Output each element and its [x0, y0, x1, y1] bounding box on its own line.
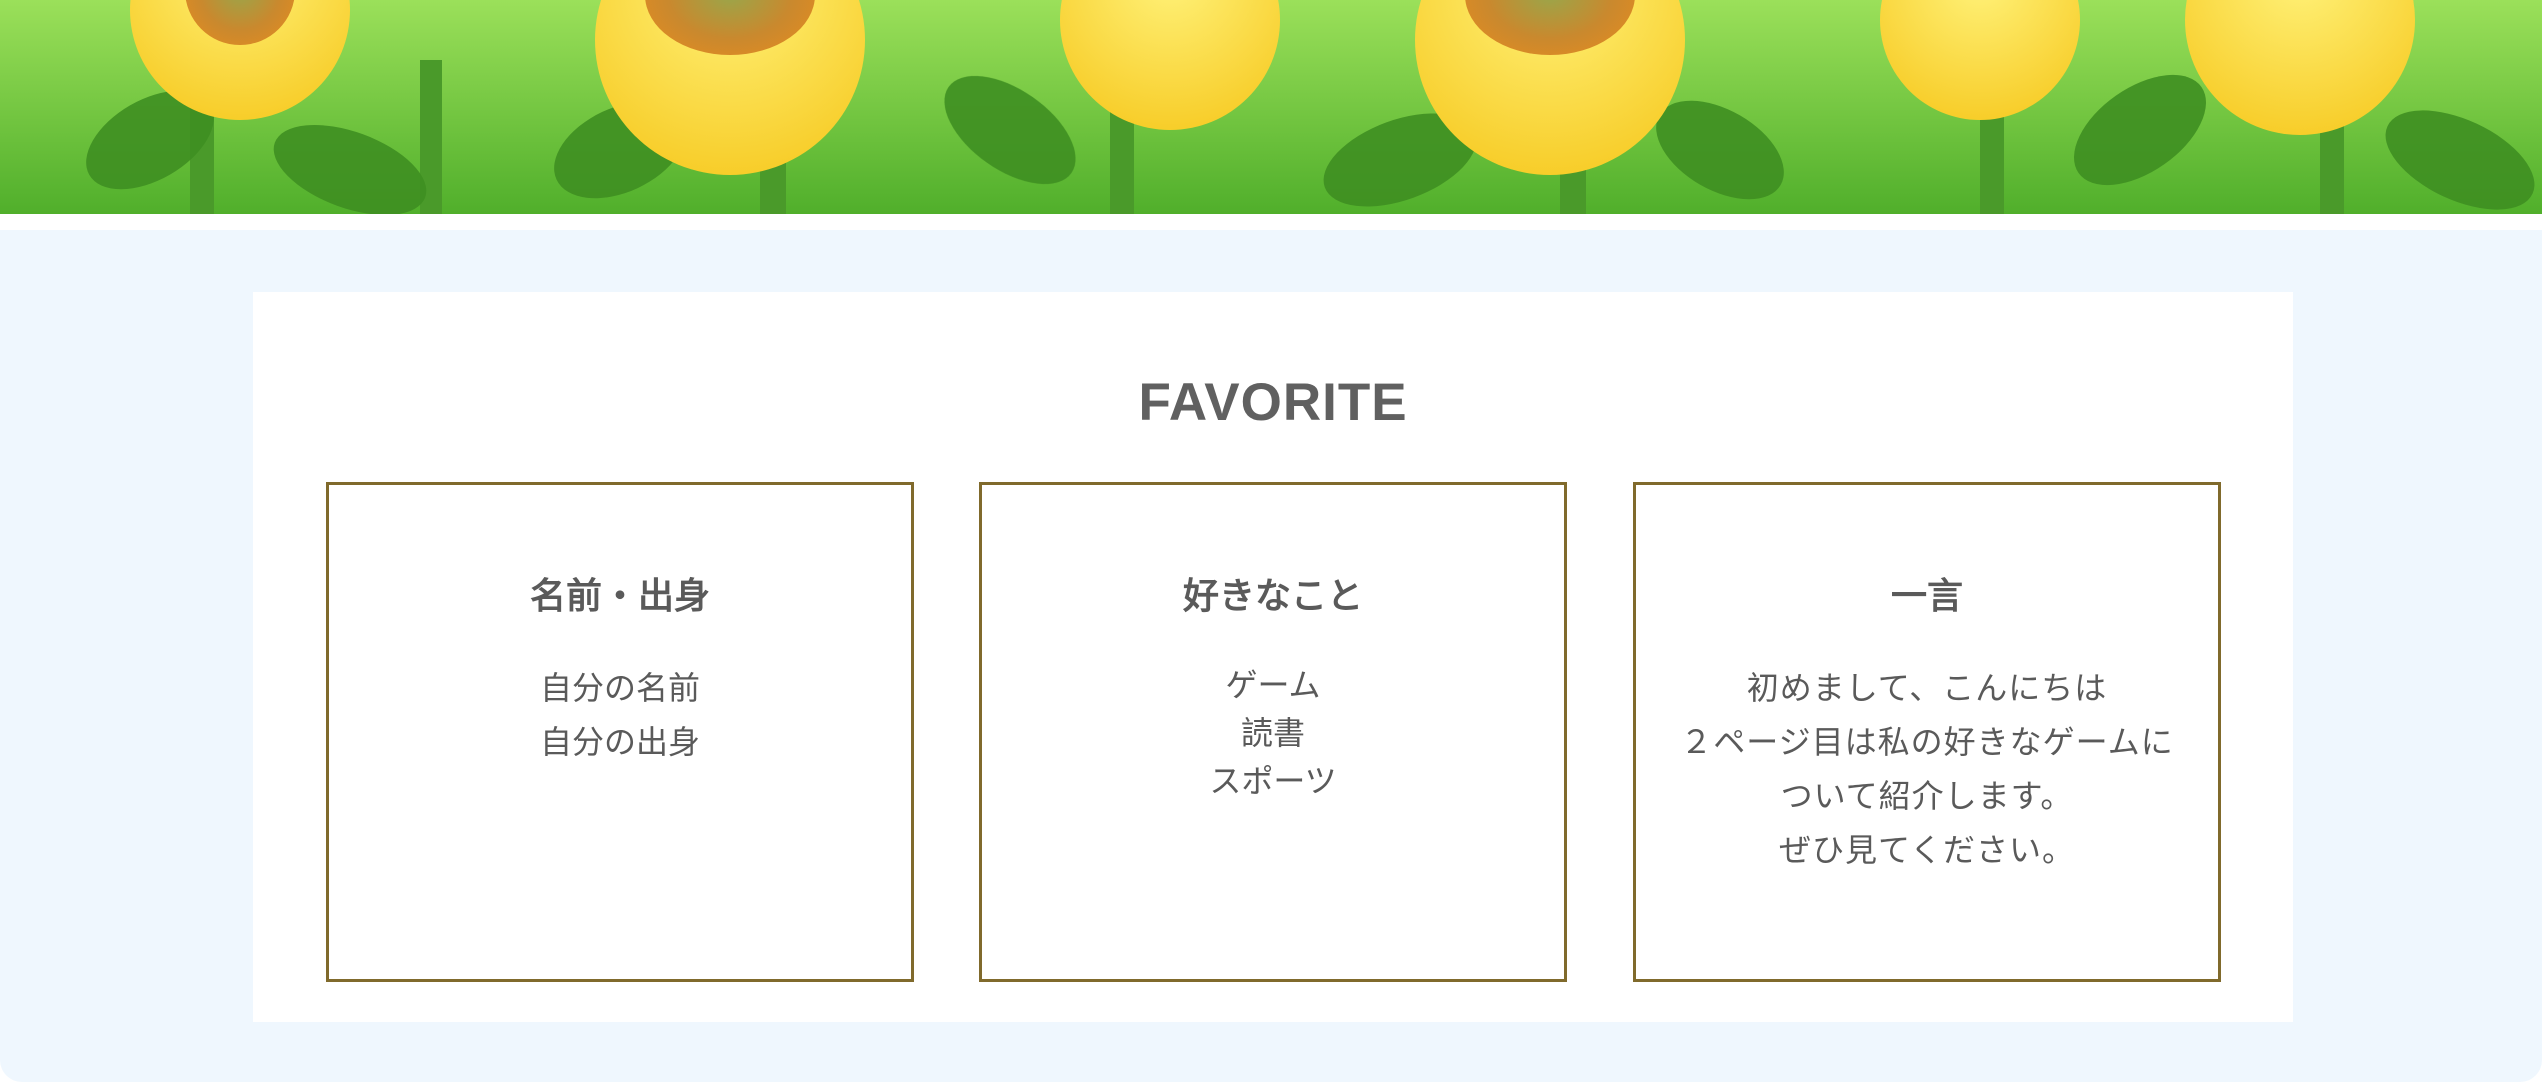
profile-card: 名前・出身 自分の名前 自分の出身: [326, 482, 914, 982]
card-line: ぜひ見てください。: [1778, 831, 2076, 869]
card-line: ２ページ目は私の好きなゲームに: [1680, 723, 2174, 761]
card-line: 自分の出身: [539, 723, 700, 761]
card-body: ゲーム 読書 スポーツ: [982, 661, 1564, 805]
card-body: 初めまして、こんにちは ２ページ目は私の好きなゲームに ついて紹介します。 ぜひ…: [1636, 661, 2218, 877]
card-title: 一言: [1890, 576, 1963, 617]
section-title: FAVORITE: [1138, 373, 1408, 432]
message-card: 一言 初めまして、こんにちは ２ページ目は私の好きなゲームに ついて紹介します。…: [1633, 482, 2221, 982]
card-line: ゲーム: [1225, 666, 1321, 704]
card-line: ついて紹介します。: [1780, 777, 2074, 815]
card-line: 初めまして、こんにちは: [1746, 669, 2108, 707]
card-line: 読書: [1240, 714, 1305, 752]
favorite-section: FAVORITE 名前・出身 自分の名前 自分の出身 好きなこと ゲーム 読書 …: [253, 292, 2293, 1022]
sunflower-banner: [0, 0, 2542, 218]
card-line: スポーツ: [1209, 762, 1337, 800]
card-title: 好きなこと: [1182, 576, 1363, 617]
card-body: 自分の名前 自分の出身: [329, 661, 911, 769]
likes-card: 好きなこと ゲーム 読書 スポーツ: [979, 482, 1567, 982]
card-line: 自分の名前: [539, 669, 700, 707]
card-title: 名前・出身: [529, 576, 710, 617]
